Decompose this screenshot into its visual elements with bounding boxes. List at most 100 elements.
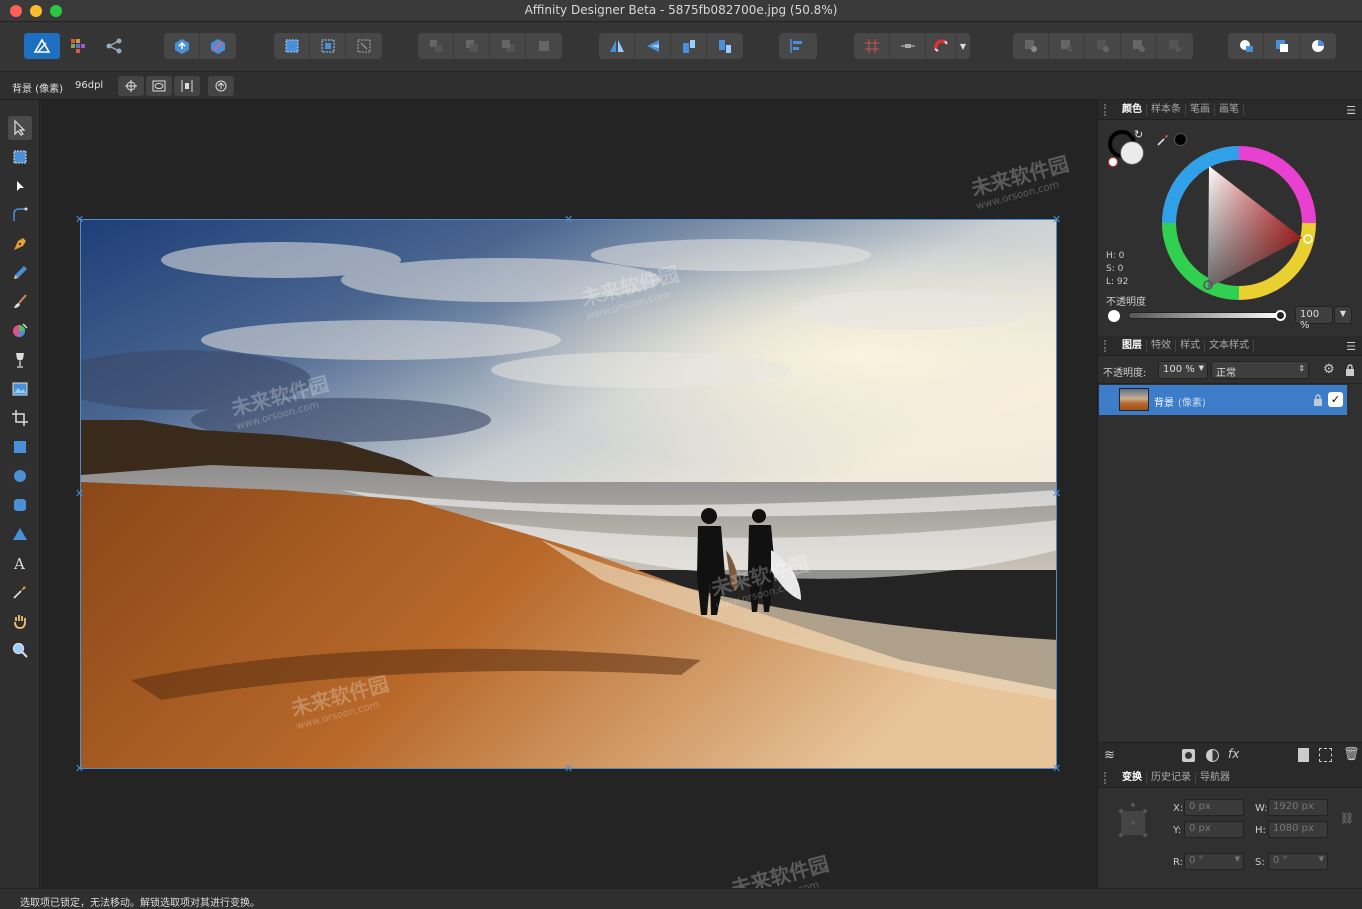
move-to-front-button[interactable]: [526, 33, 562, 59]
transform-origin-button[interactable]: [118, 76, 144, 96]
trash-icon[interactable]: 🗑: [1343, 747, 1360, 762]
color-picker-tool[interactable]: [8, 580, 32, 604]
node-tool[interactable]: [8, 174, 32, 198]
transparency-tool[interactable]: [8, 348, 32, 372]
rotation-field[interactable]: 0 ° ▼: [1184, 853, 1244, 870]
rotate-left-button[interactable]: [671, 33, 707, 59]
add-boolean-button[interactable]: [1013, 33, 1049, 59]
opacity-value-field[interactable]: 100 %: [1295, 306, 1333, 331]
tab-history[interactable]: 历史记录: [1147, 771, 1196, 784]
triangle-tool[interactable]: [8, 522, 32, 546]
deselect-button[interactable]: [310, 33, 346, 59]
fx-icon[interactable]: fx: [1228, 747, 1239, 761]
beach-photo-layer[interactable]: 未来软件园 www.orsoon.com 未来软件园 www.orsoon.com …: [80, 219, 1057, 769]
insert-inside-button[interactable]: [1300, 33, 1336, 59]
corner-tool[interactable]: [8, 203, 32, 227]
pixel-persona-button[interactable]: [60, 33, 96, 59]
panel-grip[interactable]: [1104, 339, 1112, 352]
x-field[interactable]: 0 px: [1184, 799, 1244, 816]
canvas-area[interactable]: 未来软件园 www.orsoon.com 未来软件园 www.orsoon.com …: [41, 100, 1097, 909]
insert-front-button[interactable]: [1264, 33, 1300, 59]
designer-persona-button[interactable]: [24, 33, 60, 59]
selection-handle[interactable]: ✕: [1052, 763, 1061, 774]
y-field[interactable]: 0 px: [1184, 821, 1244, 838]
w-field[interactable]: 1920 px: [1268, 799, 1328, 816]
selection-handle[interactable]: ✕: [75, 488, 84, 499]
flatten-button[interactable]: [200, 33, 236, 59]
xor-boolean-button[interactable]: [1121, 33, 1157, 59]
layer-item-background[interactable]: 背景 (像素) ✓: [1099, 385, 1347, 415]
color-wheel[interactable]: [1162, 146, 1316, 300]
panel-grip[interactable]: [1104, 771, 1112, 784]
shear-field[interactable]: 0 ° ▼: [1268, 853, 1328, 870]
zoom-tool[interactable]: [8, 638, 32, 662]
artboard-tool[interactable]: [8, 145, 32, 169]
selection-handle[interactable]: ✕: [564, 214, 573, 225]
flip-horizontal-button[interactable]: [599, 33, 635, 59]
snapping-toggle-button[interactable]: [926, 33, 956, 59]
picked-color-swatch[interactable]: [1174, 133, 1187, 146]
align-button[interactable]: [779, 33, 815, 59]
document-setup-button[interactable]: [164, 33, 200, 59]
tab-color[interactable]: 颜色: [1118, 103, 1147, 116]
tab-stroke[interactable]: 笔画: [1186, 103, 1215, 116]
fill-color-swatch[interactable]: [1120, 141, 1144, 165]
tab-brushes[interactable]: 画笔: [1215, 103, 1244, 116]
pen-tool[interactable]: [8, 232, 32, 256]
mask-layer-icon[interactable]: [1182, 749, 1195, 762]
rectangle-tool[interactable]: [8, 435, 32, 459]
export-persona-button[interactable]: [96, 33, 132, 59]
view-tool[interactable]: [8, 609, 32, 633]
snapping-dropdown[interactable]: ▼: [956, 33, 970, 59]
lock-icon[interactable]: [1345, 362, 1355, 376]
rounded-rectangle-tool[interactable]: [8, 493, 32, 517]
ellipse-tool[interactable]: [8, 464, 32, 488]
tab-transform[interactable]: 变换: [1118, 771, 1147, 784]
add-layer-icon[interactable]: [1298, 748, 1309, 762]
blend-mode-select[interactable]: 正常 ⇕: [1211, 361, 1309, 379]
selection-handle[interactable]: ✕: [564, 763, 573, 774]
show-bounding-box-button[interactable]: [146, 76, 172, 96]
selection-handle[interactable]: ✕: [1052, 488, 1061, 499]
pencil-tool[interactable]: [8, 261, 32, 285]
move-back-one-button[interactable]: [454, 33, 490, 59]
panel-menu-icon[interactable]: ☰: [1346, 340, 1356, 353]
layer-visibility-checkbox[interactable]: ✓: [1328, 392, 1343, 407]
replace-image-button[interactable]: [208, 76, 234, 96]
tab-swatches[interactable]: 样本条: [1147, 103, 1186, 116]
layers-stack-icon[interactable]: ≋: [1104, 748, 1115, 763]
selection-handle[interactable]: ✕: [1052, 214, 1061, 225]
insert-behind-button[interactable]: [1228, 33, 1264, 59]
place-image-tool[interactable]: [8, 377, 32, 401]
move-forward-one-button[interactable]: [490, 33, 526, 59]
add-pixel-layer-icon[interactable]: [1319, 748, 1332, 762]
tab-effects[interactable]: 特效: [1147, 339, 1176, 352]
flip-vertical-button[interactable]: [635, 33, 671, 59]
eyedropper-icon[interactable]: [1156, 132, 1170, 146]
text-tool[interactable]: A: [8, 551, 32, 575]
tab-layers[interactable]: 图层: [1118, 339, 1147, 352]
tab-navigator[interactable]: 导航器: [1196, 772, 1234, 784]
panel-menu-icon[interactable]: ☰: [1346, 104, 1356, 117]
swap-colors-icon[interactable]: ↻: [1134, 128, 1143, 141]
opacity-slider-knob[interactable]: [1275, 310, 1286, 321]
adjustment-layer-icon[interactable]: [1206, 749, 1219, 762]
gear-icon[interactable]: ⚙: [1323, 362, 1335, 377]
divide-boolean-button[interactable]: [1157, 33, 1193, 59]
opacity-slider[interactable]: [1128, 310, 1286, 321]
fill-tool[interactable]: [8, 319, 32, 343]
distribute-button[interactable]: [174, 76, 200, 96]
anchor-selector[interactable]: [1118, 800, 1148, 840]
snap-options-button[interactable]: [890, 33, 926, 59]
h-field[interactable]: 1080 px: [1268, 821, 1328, 838]
link-icon[interactable]: ⛓: [1340, 812, 1354, 825]
move-to-back-button[interactable]: [418, 33, 454, 59]
layer-lock-icon[interactable]: [1313, 393, 1323, 407]
select-all-button[interactable]: [274, 33, 310, 59]
panel-grip[interactable]: [1104, 103, 1112, 116]
no-color-icon[interactable]: [1108, 157, 1118, 167]
tab-styles[interactable]: 样式: [1176, 339, 1205, 352]
selection-handle[interactable]: ✕: [75, 214, 84, 225]
crop-tool[interactable]: [8, 406, 32, 430]
invert-selection-button[interactable]: [346, 33, 382, 59]
